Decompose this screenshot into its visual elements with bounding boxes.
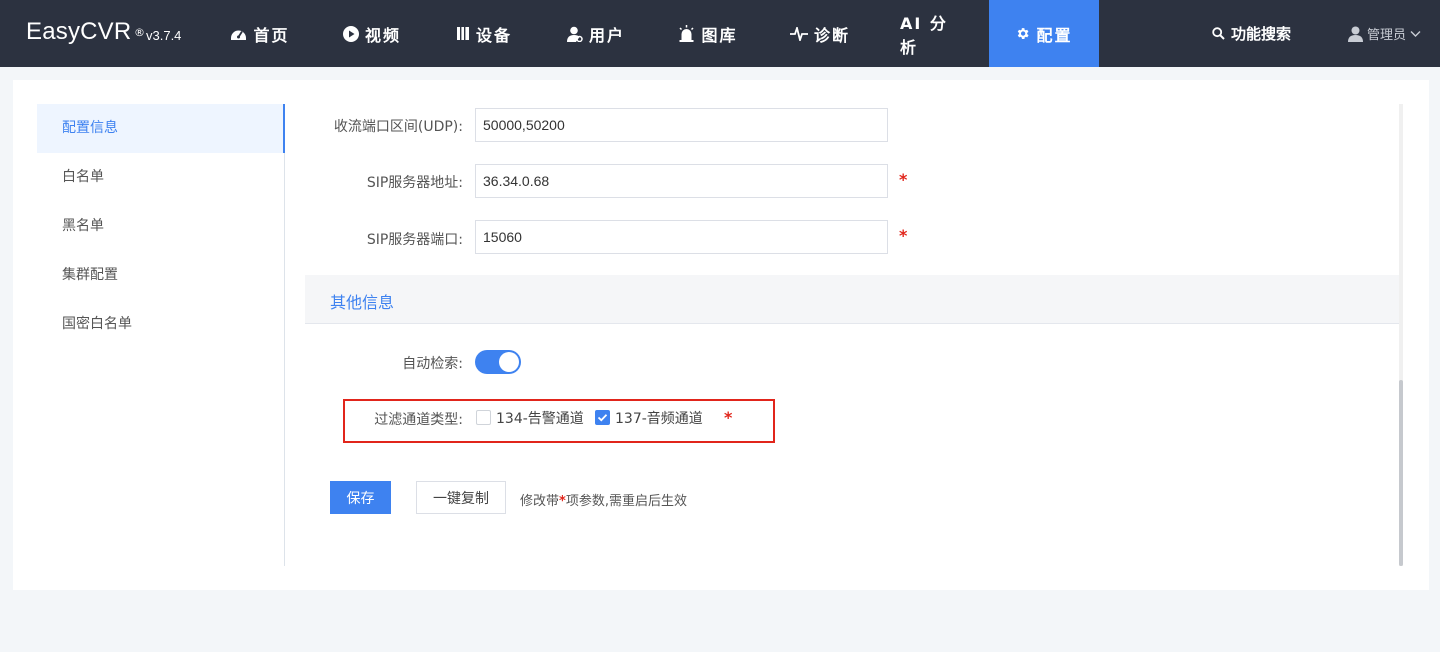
nav-item-device[interactable]: 设备 <box>452 0 516 67</box>
sidebar-item-config-info[interactable]: 配置信息 <box>37 104 285 153</box>
user-name: 管理员 <box>1367 28 1407 43</box>
sip-port-input[interactable]: 15060 <box>475 220 888 254</box>
auto-search-label: 自动检索: <box>402 356 463 372</box>
device-icon <box>456 27 469 40</box>
other-info-section-header: 其他信息 <box>305 275 1401 324</box>
hint-text-before: 修改带 <box>520 494 560 509</box>
content-card: 配置信息 白名单 黑名单 集群配置 国密白名单 收流端口区间(UDP): 500… <box>13 80 1429 590</box>
nav-item-video[interactable]: 视频 <box>340 0 404 67</box>
nav-label: AI 分析 <box>900 13 948 57</box>
nav-label: 诊断 <box>813 25 850 45</box>
copy-all-button[interactable]: 一键复制 <box>416 481 506 514</box>
audio-channel-label[interactable]: 137-音频通道 <box>615 408 703 428</box>
nav-label: 设备 <box>475 25 512 45</box>
alarm-channel-label[interactable]: 134-告警通道 <box>496 408 584 428</box>
udp-range-input[interactable]: 50000,50200 <box>475 108 888 142</box>
dashboard-icon <box>231 30 247 40</box>
sidebar-item-blacklist[interactable]: 黑名单 <box>37 202 284 251</box>
feature-search-button[interactable]: 功能搜索 <box>1212 0 1291 67</box>
required-star: * <box>724 408 733 427</box>
filter-channel-label: 过滤通道类型: <box>374 412 463 428</box>
nav-label: 首页 <box>253 25 290 45</box>
alarm-channel-checkbox[interactable] <box>476 410 491 425</box>
save-button[interactable]: 保存 <box>330 481 391 514</box>
settings-sidebar: 配置信息 白名单 黑名单 集群配置 国密白名单 <box>37 104 285 566</box>
nav-item-gallery[interactable]: 图库 <box>676 0 740 67</box>
sip-port-label: SIP服务器端口: <box>366 232 463 248</box>
sip-address-input[interactable]: 36.34.0.68 <box>475 164 888 198</box>
nav-item-home[interactable]: 首页 <box>228 0 292 67</box>
nav-label: 视频 <box>364 25 401 45</box>
restart-hint: 修改带*项参数,需重启后生效 <box>520 490 687 509</box>
nav-label: 用户 <box>588 25 625 45</box>
required-star: * <box>899 226 908 245</box>
brand-logo[interactable]: EasyCVR <box>26 18 131 46</box>
sidebar-item-whitelist[interactable]: 白名单 <box>37 153 284 202</box>
brand-version: v3.7.4 <box>146 28 182 43</box>
audio-channel-checkbox[interactable] <box>595 410 610 425</box>
sidebar-item-sm-whitelist[interactable]: 国密白名单 <box>37 300 284 349</box>
nav-item-config[interactable]: 配置 <box>989 0 1099 67</box>
nav-item-diagnosis[interactable]: 诊断 <box>788 0 852 67</box>
sidebar-item-cluster-config[interactable]: 集群配置 <box>37 251 284 300</box>
nav-item-ai-analysis[interactable]: AI 分析 <box>900 0 964 67</box>
brand-registered-mark: ® <box>134 26 145 39</box>
nav-label: 配置 <box>1036 25 1073 45</box>
play-icon <box>342 25 359 42</box>
scrollbar-thumb[interactable] <box>1399 380 1403 566</box>
nav-item-user[interactable]: 用户 <box>564 0 628 67</box>
toggle-knob <box>499 352 519 372</box>
hint-text-after: 项参数,需重启后生效 <box>565 494 687 509</box>
user-icon <box>566 26 583 42</box>
section-title: 其他信息 <box>330 293 395 312</box>
hint-star: * <box>559 494 566 509</box>
checkmark-icon <box>597 414 608 422</box>
sip-address-label: SIP服务器地址: <box>366 175 463 191</box>
nav-label: 图库 <box>701 25 738 45</box>
search-label: 功能搜索 <box>1231 25 1292 43</box>
user-menu[interactable]: 管理员 <box>1348 0 1421 67</box>
udp-range-label: 收流端口区间(UDP): <box>333 119 463 135</box>
required-star: * <box>899 170 908 189</box>
user-avatar-icon <box>1348 26 1363 42</box>
pulse-icon <box>789 26 808 41</box>
alarm-icon <box>679 25 695 42</box>
search-icon <box>1212 27 1225 40</box>
chevron-down-icon <box>1410 30 1421 37</box>
top-nav-bar: EasyCVR ® v3.7.4 首页 视频 设备 用户 图库 诊断 AI 分析… <box>0 0 1440 67</box>
auto-search-toggle[interactable] <box>475 350 521 374</box>
gear-icon <box>1018 28 1030 39</box>
